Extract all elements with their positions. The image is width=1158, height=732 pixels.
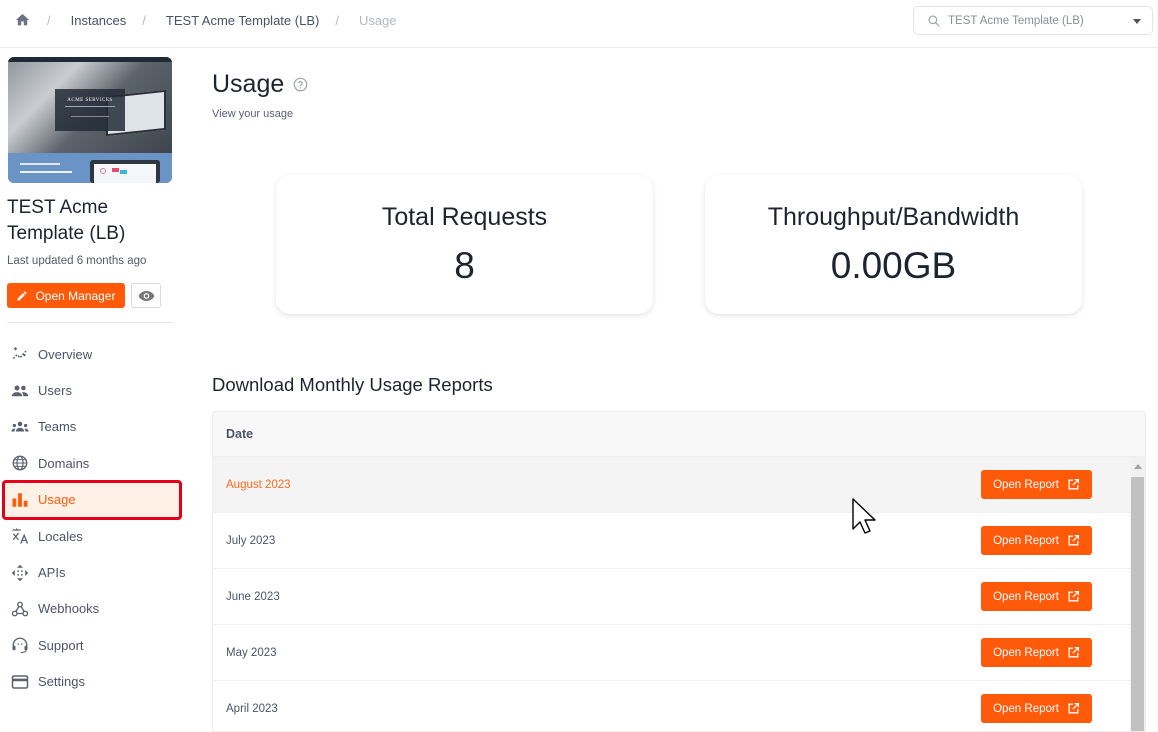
breadcrumb-separator: / [47,12,51,28]
support-icon [11,636,29,654]
reports-section-title: Download Monthly Usage Reports [212,374,493,395]
sidebar-item-label: Usage [38,492,76,508]
breadcrumb-instances[interactable]: Instances [71,13,127,28]
active-item-highlight [2,479,182,520]
thumbnail-headline: ACME SERVICES [67,98,113,103]
top-bar: / Instances / TEST Acme Template (LB) / … [0,0,1158,48]
sidebar-item-webhooks[interactable]: Webhooks [0,591,182,627]
open-report-label: Open Report [993,702,1059,715]
reports-table: Date August 2023 Open Report July 2023 O… [212,411,1146,732]
instance-select-value: TEST Acme Template (LB) [948,14,1084,27]
instance-name: TEST Acme Template (LB) [7,197,126,244]
report-date: August 2023 [226,478,291,491]
sidebar: ACME SERVICES TEST Acme Template (LB) La… [0,49,182,732]
sidebar-item-label: Support [38,637,84,653]
open-report-button[interactable]: Open Report [981,526,1092,555]
last-updated: Last updated 6 months ago [7,255,147,267]
open-report-button[interactable]: Open Report [981,638,1092,667]
sidebar-item-usage[interactable]: Usage [0,479,182,520]
bar-chart-icon [11,491,29,509]
scrollbar-thumb[interactable] [1131,477,1144,731]
home-icon[interactable] [14,12,31,28]
stat-label: Total Requests [381,203,548,231]
credit-card-icon [11,673,29,691]
search-icon [928,14,940,27]
open-report-label: Open Report [993,590,1059,603]
breadcrumb-current: Usage [358,12,397,28]
globe-icon [11,454,29,472]
report-date: June 2023 [226,590,280,603]
sidebar-item-domains[interactable]: Domains [0,445,182,481]
external-link-icon [1068,702,1079,714]
sidebar-item-label: Webhooks [38,601,100,617]
sidebar-item-support[interactable]: Support [0,627,182,663]
translate-icon [11,527,29,545]
divider [7,322,172,323]
stat-label: Throughput/Bandwidth [767,203,1020,231]
table-scrollbar[interactable] [1130,457,1145,731]
stat-value: 8 [454,245,475,286]
column-header-date[interactable]: Date [226,427,253,441]
table-row: August 2023 Open Report [213,457,1130,513]
stat-card-throughput: Throughput/Bandwidth 0.00GB [705,175,1082,314]
webhook-icon [11,600,29,618]
teams-icon [11,418,29,436]
sparkle-chart-icon [11,345,29,363]
external-link-icon [1068,646,1079,658]
sidebar-item-settings[interactable]: Settings [0,664,182,700]
open-report-label: Open Report [993,478,1059,491]
eye-icon [138,290,154,301]
open-manager-button[interactable]: Open Manager [7,283,125,308]
sidebar-item-label: Users [38,383,72,399]
sidebar-item-label: Locales [38,528,83,544]
sidebar-item-locales[interactable]: Locales [0,518,182,554]
sidebar-item-overview[interactable]: Overview [0,336,182,372]
sidebar-item-label: APIs [38,565,66,581]
instance-select[interactable]: TEST Acme Template (LB) [913,6,1153,35]
external-link-icon [1068,590,1079,602]
breadcrumb-instance[interactable]: TEST Acme Template (LB) [166,13,319,28]
sidebar-nav: Overview Users Teams Domains Usage Local… [0,336,182,700]
chevron-down-icon [1133,19,1141,24]
open-report-button[interactable]: Open Report [981,582,1092,611]
page-title-text: Usage [212,70,285,98]
breadcrumb: / Instances / TEST Acme Template (LB) / … [14,12,397,28]
breadcrumb-separator: / [335,12,339,28]
instance-thumbnail: ACME SERVICES [8,57,172,183]
open-report-label: Open Report [993,646,1059,659]
sidebar-item-label: Teams [38,419,77,435]
help-icon[interactable] [293,77,308,92]
open-report-button[interactable]: Open Report [981,470,1092,499]
page-subtitle: View your usage [212,108,294,120]
table-row: June 2023 Open Report [213,569,1130,625]
external-link-icon [1068,534,1079,546]
open-manager-label: Open Manager [35,288,116,303]
table-header: Date [213,412,1145,457]
report-date: July 2023 [226,534,276,547]
sidebar-item-label: Domains [38,455,90,471]
stat-value: 0.00GB [830,245,957,286]
sidebar-item-teams[interactable]: Teams [0,409,182,445]
sidebar-item-users[interactable]: Users [0,372,182,408]
table-row: July 2023 Open Report [213,513,1130,569]
report-date: May 2023 [226,646,277,659]
sidebar-item-apis[interactable]: APIs [0,554,182,590]
open-report-label: Open Report [993,534,1059,547]
table-body: August 2023 Open Report July 2023 Open R… [213,457,1130,731]
sidebar-item-label: Overview [38,346,93,362]
pencil-icon [17,290,27,300]
external-link-icon [1068,478,1079,490]
api-icon [11,564,29,582]
table-row: April 2023 Open Report [213,681,1130,731]
open-report-button[interactable]: Open Report [981,694,1092,723]
scroll-up-arrow-icon[interactable] [1134,464,1142,469]
sidebar-item-label: Settings [38,674,85,690]
table-row: May 2023 Open Report [213,625,1130,681]
preview-button[interactable] [131,283,161,308]
breadcrumb-separator: / [142,12,146,28]
report-date: April 2023 [226,702,278,715]
stat-card-total-requests: Total Requests 8 [276,175,653,314]
page-title: Usage [212,70,308,99]
users-icon [11,382,29,400]
